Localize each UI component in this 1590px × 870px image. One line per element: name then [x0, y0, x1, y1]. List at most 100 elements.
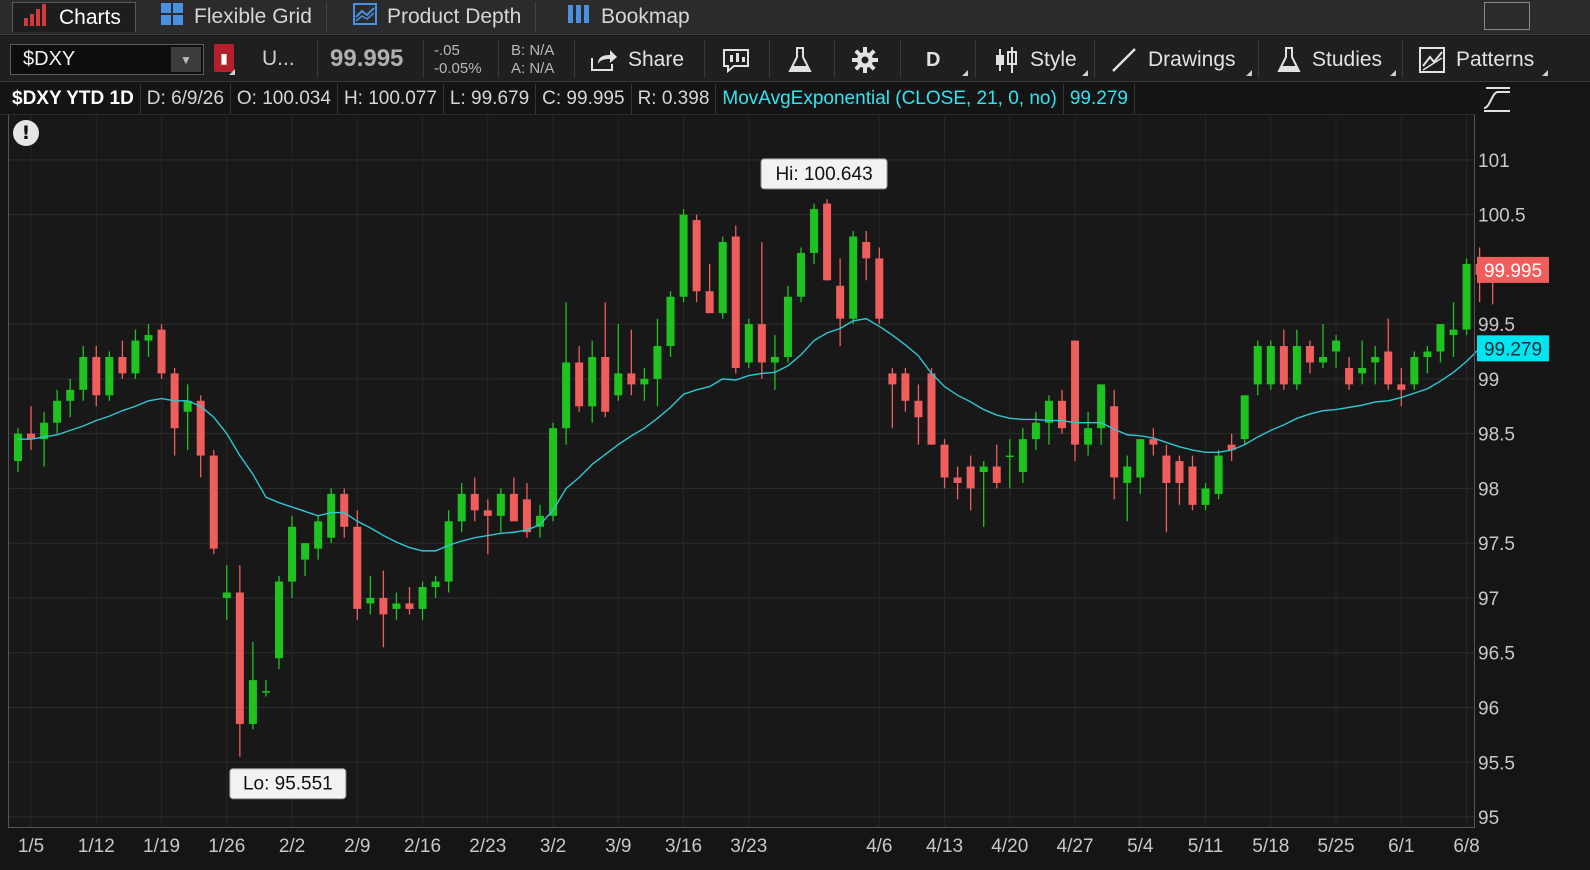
- candle-body: [940, 444, 949, 478]
- candle-body: [627, 373, 636, 385]
- candle-body: [1214, 455, 1223, 494]
- candle-body: [444, 521, 453, 582]
- candle-body: [1162, 455, 1171, 483]
- candle-body: [1266, 346, 1275, 385]
- candle-body: [1084, 428, 1093, 445]
- symbol-dropdown-button[interactable]: ▼: [171, 47, 201, 72]
- tab-flexible-grid[interactable]: Flexible Grid: [150, 2, 327, 32]
- candle-body: [157, 329, 166, 374]
- candle-body: [483, 510, 492, 516]
- patterns-label: Patterns: [1456, 48, 1535, 71]
- y-tick-label: 98.5: [1478, 425, 1515, 446]
- candle-body: [1345, 367, 1354, 385]
- candle: [1071, 340, 1080, 462]
- tab-charts-label: Charts: [59, 5, 121, 29]
- candle-body: [1097, 384, 1106, 429]
- plot-background: [9, 116, 1475, 828]
- candle-body: [979, 466, 988, 472]
- x-tick-label: 4/13: [926, 836, 963, 857]
- bid-value: B: N/A: [511, 42, 555, 59]
- price-axis-settings-icon[interactable]: [1480, 84, 1514, 114]
- candle-body: [144, 335, 153, 341]
- y-tick-label: 97.5: [1478, 534, 1515, 555]
- chart-grid: [9, 116, 1475, 828]
- symbol-input[interactable]: $DXY ▼: [10, 44, 204, 75]
- y-tick-label: 96: [1478, 699, 1499, 720]
- candle: [1240, 395, 1249, 445]
- y-tick-label: 99.5: [1478, 315, 1515, 336]
- candle-body: [470, 493, 479, 511]
- candle: [718, 236, 727, 319]
- last-price: 99.995: [330, 45, 404, 72]
- studies-label: Studies: [1312, 48, 1383, 71]
- symbol-link-icon[interactable]: ▮: [214, 44, 234, 72]
- divider: [1094, 40, 1095, 78]
- percent-change: -0.05%: [434, 60, 482, 77]
- divider: [423, 40, 424, 78]
- warning-icon[interactable]: !: [13, 120, 39, 146]
- candle-body: [1410, 356, 1419, 385]
- candle-body: [640, 378, 649, 385]
- depth-chart-icon: [353, 3, 377, 31]
- symbol-value: $DXY: [23, 48, 76, 70]
- candle-body: [222, 592, 231, 598]
- x-tick-label: 1/19: [143, 836, 180, 857]
- lo-label: Lo: 95.551: [229, 768, 347, 800]
- price-chart[interactable]: 95 95.5 96 96.5 97 97.5 98 98.5 99 99.5 100.5 101 1/…: [0, 115, 1590, 870]
- candle-body: [862, 241, 871, 259]
- style-label: Style: [1030, 48, 1077, 71]
- candle-body: [366, 597, 375, 604]
- candle-body: [1449, 329, 1458, 336]
- x-tick-label: 1/5: [18, 836, 44, 857]
- chart-settings-button[interactable]: [722, 45, 760, 75]
- last-price-bubble-text: 99.995: [1484, 261, 1542, 282]
- candle-body: [679, 214, 688, 297]
- candle-body: [1058, 400, 1066, 429]
- candle: [797, 247, 805, 303]
- x-tick-label: 6/1: [1388, 836, 1414, 857]
- candle-body: [1005, 455, 1014, 458]
- divider: [975, 40, 976, 78]
- candle-body: [783, 296, 792, 357]
- y-tick-label: 99: [1478, 370, 1499, 391]
- drawings-label: Drawings: [1148, 48, 1236, 71]
- settings-button[interactable]: [851, 45, 889, 75]
- x-tick-label: 4/6: [866, 836, 892, 857]
- tab-product-depth[interactable]: Product Depth: [343, 2, 537, 32]
- aggregation-button[interactable]: D: [926, 45, 940, 75]
- candle-body: [836, 285, 845, 319]
- study-name[interactable]: MovAvgExponential (CLOSE, 21, 0, no): [716, 84, 1062, 115]
- bid-ask-stack: B: N/A A: N/A: [511, 42, 554, 78]
- candle-body: [1175, 461, 1184, 483]
- share-button[interactable]: Share: [590, 45, 684, 75]
- patterns-icon: [1419, 47, 1445, 73]
- tab-charts[interactable]: Charts: [12, 2, 136, 32]
- candle-body: [1110, 406, 1119, 478]
- studies-button[interactable]: Studies: [1276, 45, 1382, 75]
- y-tick-label: 95.5: [1478, 753, 1515, 774]
- chart-toolbar: $DXY ▼ ▮ U... 99.995 -.05 -0.05% B: N/A …: [0, 36, 1590, 82]
- hi-label-text: Hi: 100.643: [775, 164, 872, 185]
- candle-body: [1462, 263, 1471, 330]
- candle-body: [1436, 324, 1445, 352]
- hi-label: Hi: 100.643: [760, 158, 888, 190]
- bar-high: H: 100.077: [338, 83, 444, 115]
- drawings-button[interactable]: Drawings: [1110, 45, 1236, 75]
- candle-body: [1071, 340, 1080, 445]
- candle-body: [1018, 439, 1027, 472]
- window-layout-button[interactable]: [1484, 2, 1530, 30]
- candle-body: [327, 493, 336, 538]
- studies-quick-button[interactable]: [787, 45, 823, 75]
- tab-bookmap[interactable]: Bookmap: [557, 2, 704, 32]
- x-tick-label: 1/12: [78, 836, 115, 857]
- ask-value: A: N/A: [511, 60, 555, 77]
- flask-icon: [1277, 47, 1301, 72]
- candle-body: [405, 603, 414, 609]
- candle-body: [1188, 466, 1197, 505]
- patterns-button[interactable]: Patterns: [1418, 45, 1534, 75]
- candle-body: [653, 346, 662, 379]
- share-icon: [591, 50, 617, 71]
- symbol-description: U...: [262, 47, 295, 70]
- style-button[interactable]: Style: [994, 45, 1077, 75]
- divider: [769, 40, 770, 78]
